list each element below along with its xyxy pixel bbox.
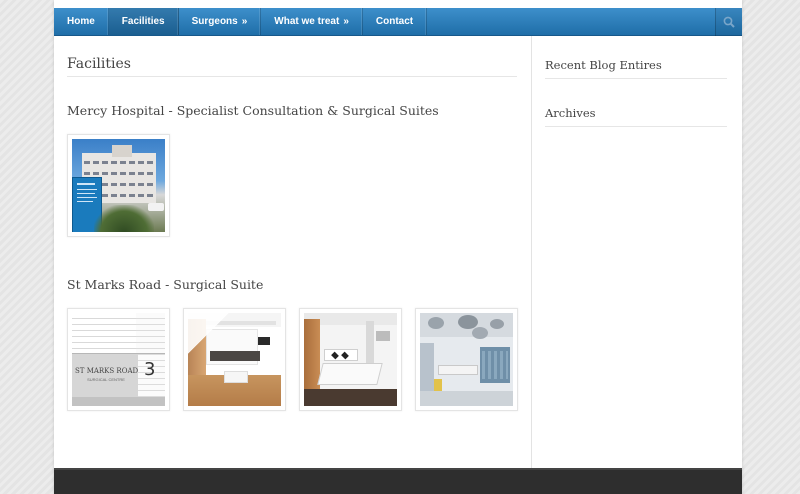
- widget-title-recent-blog: Recent Blog Entires: [545, 58, 727, 79]
- nav-item-label: What we treat: [274, 16, 340, 27]
- nav-item-surgeons[interactable]: Surgeons »: [179, 8, 262, 35]
- submenu-arrow-icon: »: [343, 16, 349, 27]
- recovery-lounge-photo[interactable]: [183, 308, 286, 411]
- submenu-arrow-icon: »: [241, 16, 248, 27]
- nav-item-what-we-treat[interactable]: What we treat »: [261, 8, 363, 35]
- sign-subtext: SURGICAL CENTRE: [87, 377, 125, 382]
- nav-item-home[interactable]: Home: [54, 8, 109, 35]
- nav-item-facilities[interactable]: Facilities: [108, 8, 179, 35]
- nav-item-label: Home: [67, 16, 95, 27]
- footer: [54, 468, 742, 494]
- section-title-st-marks-road: St Marks Road - Surgical Suite: [67, 277, 264, 292]
- main-nav: Home Facilities Surgeons » What we treat…: [54, 8, 742, 36]
- sidebar: Recent Blog Entires Archives: [532, 36, 742, 468]
- sign-number: 3: [144, 359, 156, 380]
- search-button[interactable]: [715, 8, 742, 36]
- widget-title-archives: Archives: [545, 106, 727, 127]
- section-title-mercy-hospital: Mercy Hospital - Specialist Consultation…: [67, 103, 439, 118]
- operating-theatre-photo[interactable]: [415, 308, 518, 411]
- page-title: Facilities: [67, 56, 517, 77]
- patient-bay-photo[interactable]: [299, 308, 402, 411]
- sign-text: ST MARKS ROAD: [75, 367, 139, 375]
- mercy-hospital-building-photo[interactable]: [67, 134, 170, 237]
- page-container: Home Facilities Surgeons » What we treat…: [54, 0, 742, 494]
- nav-item-label: Contact: [375, 16, 414, 27]
- st-marks-road-sign-photo[interactable]: ST MARKS ROAD SURGICAL CENTRE 3: [67, 308, 170, 411]
- nav-item-contact[interactable]: Contact: [363, 8, 428, 35]
- main-content: Facilities Mercy Hospital - Specialist C…: [54, 36, 532, 468]
- nav-item-label: Surgeons: [191, 16, 238, 27]
- nav-item-label: Facilities: [121, 16, 165, 27]
- search-icon: [723, 16, 735, 28]
